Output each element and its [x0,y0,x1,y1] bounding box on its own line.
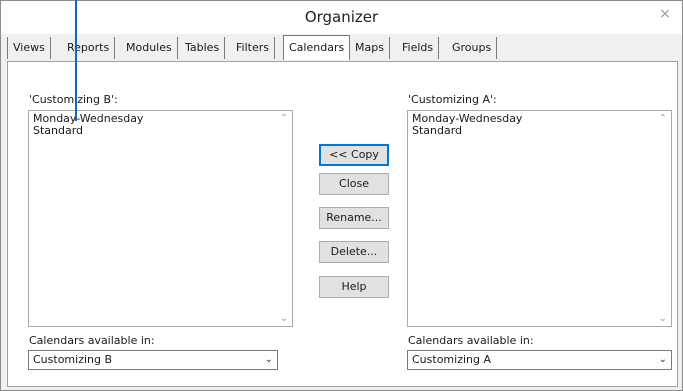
chevron-down-icon: ⌄ [264,354,273,365]
tab-reports[interactable]: Reports [62,37,116,59]
right-available-dropdown[interactable]: Customizing A ⌄ [407,350,672,370]
title-bar: Organizer × [1,1,682,34]
tab-modules[interactable]: Modules [121,37,178,59]
callout-line [75,0,77,121]
tab-calendars[interactable]: Calendars [283,35,351,60]
delete-button[interactable]: Delete... [319,241,389,263]
left-available-dropdown[interactable]: Customizing B ⌄ [28,350,278,370]
scroll-up-icon[interactable]: ⌃ [659,113,667,124]
right-calendar-list[interactable]: Monday-Wednesday Standard ⌃ ⌄ [407,110,672,327]
tab-fields[interactable]: Fields [397,37,440,59]
right-available-value: Customizing A [412,353,492,366]
tab-maps[interactable]: Maps [350,37,390,59]
window-title: Organizer [304,8,379,26]
scroll-up-icon[interactable]: ⌃ [280,113,288,124]
copy-button[interactable]: << Copy [319,144,389,166]
list-item[interactable]: Standard [412,125,667,137]
left-available-label: Calendars available in: [29,334,155,347]
tab-groups[interactable]: Groups [447,37,498,59]
close-button[interactable]: Close [319,173,389,195]
tab-views[interactable]: Views [7,37,51,59]
help-button[interactable]: Help [319,276,389,298]
left-calendar-list[interactable]: Monday-Wednesday Standard ⌃ ⌄ [28,110,293,327]
organizer-dialog: Organizer × Views Reports Modules Tables… [0,0,683,391]
rename-button[interactable]: Rename... [319,207,389,229]
scroll-down-icon[interactable]: ⌄ [659,313,667,324]
right-list-label: 'Customizing A': [408,93,497,106]
calendars-panel: 'Customizing B': Monday-Wednesday Standa… [7,61,678,387]
left-available-value: Customizing B [33,353,113,366]
chevron-down-icon: ⌄ [658,354,667,365]
right-available-label: Calendars available in: [408,334,534,347]
left-list-label: 'Customizing B': [29,93,118,106]
tab-tables[interactable]: Tables [180,37,226,59]
tab-strip: Views Reports Modules Tables Filters Cal… [7,35,677,61]
list-item[interactable]: Standard [33,125,288,137]
tab-filters[interactable]: Filters [231,37,275,59]
scroll-down-icon[interactable]: ⌄ [280,313,288,324]
close-icon[interactable]: × [648,1,682,27]
